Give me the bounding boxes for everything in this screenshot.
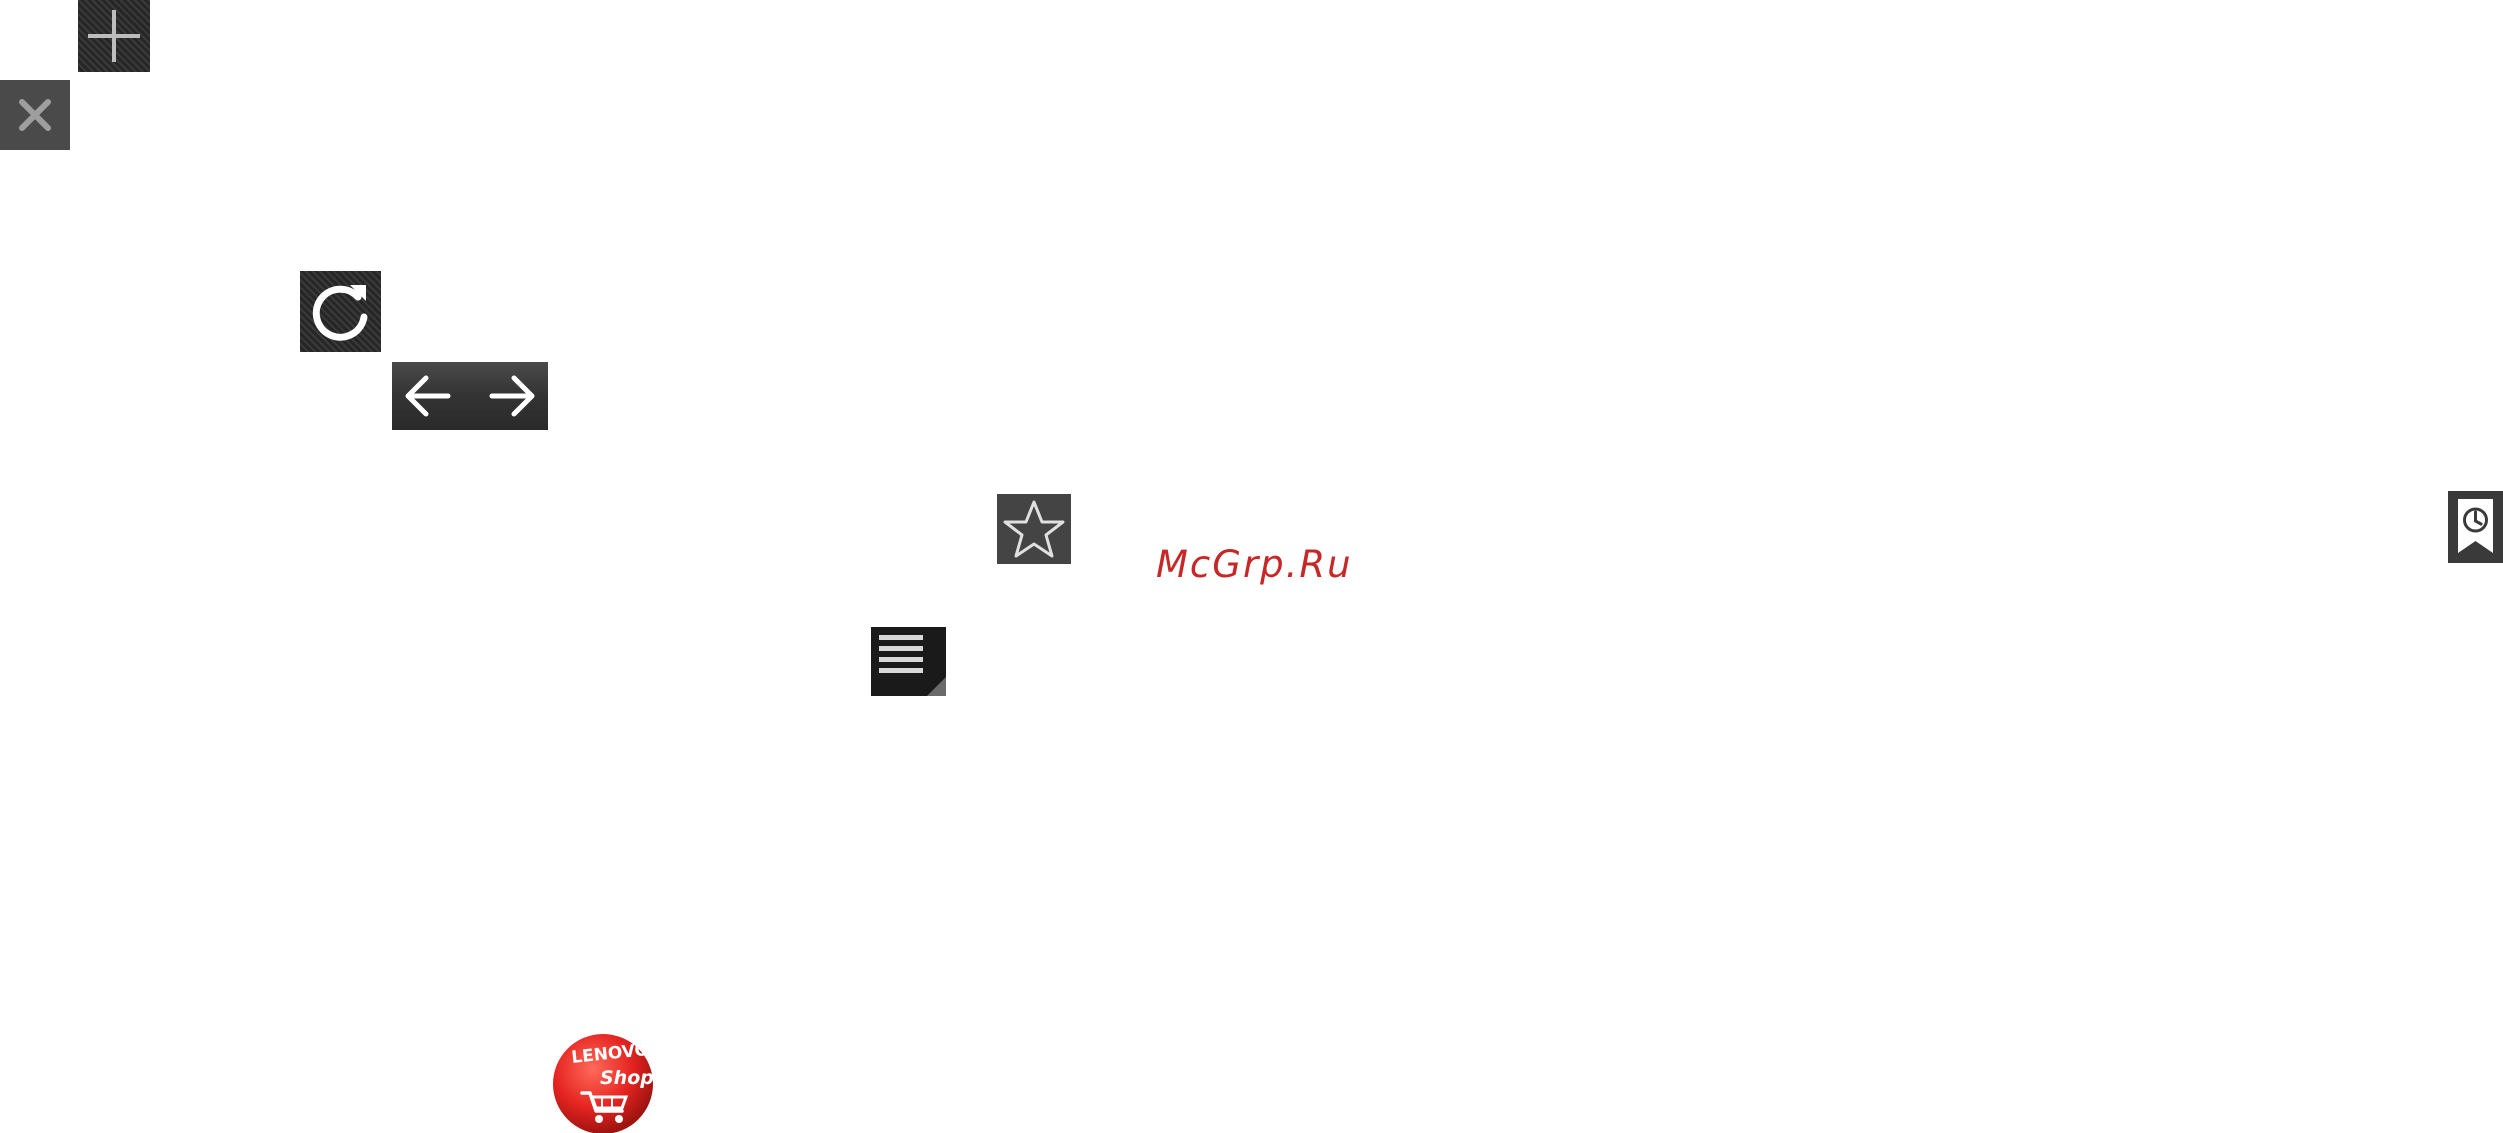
shop-logo-icon: LENOVO Shop (553, 1034, 654, 1133)
arrow-left-icon[interactable] (405, 375, 451, 417)
close-icon (19, 99, 51, 131)
refresh-button[interactable] (300, 271, 381, 352)
arrow-right-icon[interactable] (489, 375, 535, 417)
star-icon (1003, 500, 1065, 558)
add-tab-button[interactable] (78, 0, 150, 72)
bookmark-clock-icon (2458, 499, 2493, 553)
refresh-icon (312, 285, 368, 341)
menu-button[interactable] (871, 627, 946, 696)
nav-arrows (405, 375, 535, 417)
history-button[interactable] (2448, 491, 2503, 563)
lenovo-shop-logo[interactable]: LENOVO Shop (552, 1031, 654, 1133)
svg-text:Shop: Shop (600, 1067, 654, 1089)
navigation-buttons (392, 362, 548, 430)
menu-icon (879, 635, 946, 696)
close-tab-button[interactable] (0, 80, 70, 150)
plus-icon (88, 10, 140, 62)
watermark-text: McGrp.Ru (1156, 543, 1353, 586)
bookmark-button[interactable] (997, 494, 1071, 564)
